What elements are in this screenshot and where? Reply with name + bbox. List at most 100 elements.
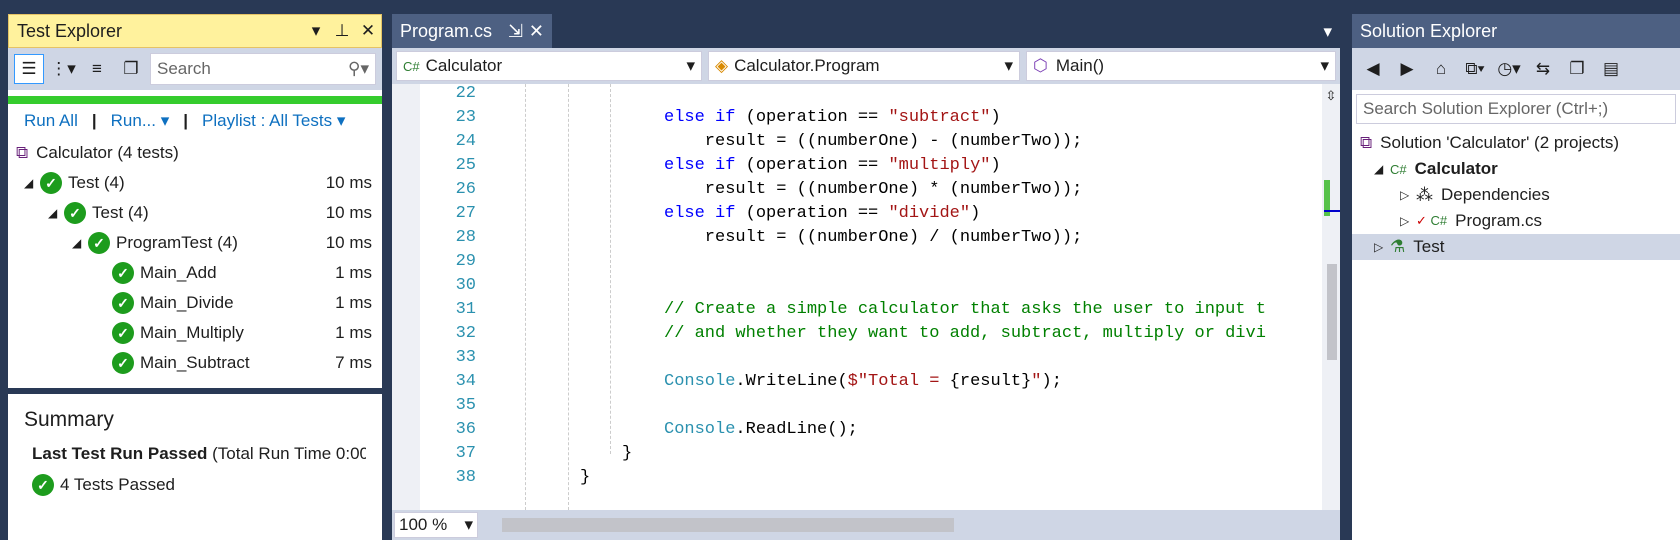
test-row-label: Main_Multiply [140,323,244,342]
solution-explorer-titlebar: Solution Explorer [1352,14,1680,48]
passed-icon: ✓ [40,172,62,194]
test-search-input[interactable]: Search ⚲▾ [150,53,376,85]
line-number: 35 [455,396,476,415]
code-line: } [580,468,591,487]
class-combo[interactable]: ◈ Calculator.Program ▾ [708,51,1020,81]
passed-icon: ✓ [112,352,134,374]
expand-icon[interactable]: ◢ [72,236,88,250]
test-row[interactable]: ✓ Main_Divide 1 ms [8,288,382,318]
pending-changes-icon[interactable]: ◷▾ [1494,54,1524,84]
test-row-label: Main_Add [140,263,217,282]
code-line: } [622,444,633,463]
group-by-icon[interactable]: ⋮▾ [48,54,78,84]
search-icon[interactable]: ⚲▾ [348,59,369,79]
line-number: 28 [455,228,476,247]
tab-overflow-icon[interactable]: ▾ [1315,22,1340,48]
solution-explorer-toolbar: ◀ ▶ ⌂ ⧉▾ ◷▾ ⇆ ❐ ▤ [1352,48,1680,90]
test-row-label: Main_Divide [140,293,234,312]
dependencies-node[interactable]: ▷ ⁂ Dependencies [1352,182,1680,208]
run-time: (Total Run Time 0:00:0 [212,444,366,463]
caret-marker [1324,210,1340,212]
line-number: 22 [455,84,476,103]
line-number: 33 [455,348,476,367]
expand-all-icon[interactable]: ≡ [82,54,112,84]
zoom-combo[interactable]: 100 % ▾ [394,512,478,538]
solution-search-input[interactable]: Search Solution Explorer (Ctrl+;) [1356,94,1676,124]
project-combo[interactable]: C# Calculator ▾ [396,51,702,81]
passed-icon: ✓ [112,292,134,314]
chevron-down-icon: ▾ [686,56,695,75]
summary-section: Summary Last Test Run Passed (Total Run … [8,394,382,510]
editor-tabs: Program.cs ⇲ ✕ ▾ [392,14,1340,48]
pin-icon[interactable]: ⇲ [508,21,523,42]
close-icon[interactable]: ✕ [355,21,381,41]
code-line: result = ((numberOne) - (numberTwo)); [664,132,1083,151]
solution-explorer-title: Solution Explorer [1360,20,1498,41]
collapse-all-icon[interactable]: ❐ [1562,54,1592,84]
test-row[interactable]: ◢ ✓ ProgramTest (4) 10 ms [8,228,382,258]
indent-guide [525,84,526,510]
horizontal-scrollbar[interactable] [502,518,954,532]
summary-title: Summary [24,408,114,431]
csharp-file-icon: ✓ C# [1416,213,1448,228]
passed-icon: ✓ [112,322,134,344]
code-area[interactable]: 22 23 24 25 26 27 28 29 30 31 32 33 34 3… [392,84,1322,510]
dependencies-icon: ⁂ [1416,185,1433,204]
line-number: 24 [455,132,476,151]
project-node[interactable]: ◢ C# Calculator [1352,156,1680,182]
home-icon[interactable]: ⌂ [1426,54,1456,84]
test-row-label: ProgramTest (4) [116,233,238,252]
collapse-icon[interactable]: ▷ [1374,240,1390,254]
scroll-thumb[interactable] [1327,264,1337,360]
test-row[interactable]: ✓ Main_Multiply 1 ms [8,318,382,348]
test-root-row[interactable]: ⧉ Calculator (4 tests) [8,138,382,168]
test-row[interactable]: ◢ ✓ Test (4) 10 ms [8,198,382,228]
test-project-node[interactable]: ▷ ⚗ Test [1352,234,1680,260]
test-row-time: 10 ms [325,173,372,192]
passed-count: 4 Tests Passed [60,475,175,494]
vertical-scrollbar[interactable]: ⇳ [1322,84,1340,510]
class-icon: ◈ [715,56,729,75]
test-row[interactable]: ◢ ✓ Test (4) 10 ms [8,168,382,198]
zoom-level: 100 % [399,515,448,534]
collapse-icon[interactable]: ▷ [1400,188,1416,202]
back-icon[interactable]: ◀ [1358,54,1388,84]
playlist-link[interactable]: Playlist : All Tests [202,111,332,131]
forward-icon[interactable]: ▶ [1392,54,1422,84]
expand-icon[interactable]: ◢ [48,206,64,220]
dropdown-icon[interactable]: ▾ [303,21,329,41]
expand-icon[interactable]: ◢ [1374,162,1390,176]
pin-icon[interactable]: ⊥ [329,21,355,41]
solution-node[interactable]: ⧉ Solution 'Calculator' (2 projects) [1352,130,1680,156]
last-run-status: Last Test Run Passed [32,444,208,463]
test-row-time: 1 ms [335,293,372,312]
code-editor-panel: Program.cs ⇲ ✕ ▾ C# Calculator ▾ ◈ Calculator… [392,14,1340,540]
test-row[interactable]: ✓ Main_Subtract 7 ms [8,348,382,378]
line-number: 37 [455,444,476,463]
dependencies-label: Dependencies [1441,185,1550,204]
hierarchy-view-icon[interactable]: ☰ [14,54,44,84]
passed-icon: ✓ [64,202,86,224]
file-node[interactable]: ▷ ✓ C# Program.cs [1352,208,1680,234]
split-icon[interactable]: ⇳ [1322,84,1340,108]
test-row-label: Test (4) [92,203,149,222]
run-link[interactable]: Run... [111,111,156,131]
code-line: else if (operation == "subtract") [664,108,1001,127]
tab-label: Program.cs [400,20,493,41]
copy-icon[interactable]: ❐ [116,54,146,84]
test-row-time: 1 ms [335,323,372,342]
run-all-link[interactable]: Run All [24,111,78,131]
project-label: Calculator [1414,159,1498,178]
test-row[interactable]: ✓ Main_Add 1 ms [8,258,382,288]
collapse-icon[interactable]: ▷ [1400,214,1416,228]
line-number: 25 [455,156,476,175]
close-icon[interactable]: ✕ [529,21,544,42]
tab-program-cs[interactable]: Program.cs ⇲ ✕ [392,14,552,48]
expand-icon[interactable]: ◢ [24,176,40,190]
file-label: Program.cs [1455,211,1543,230]
solution-label: Solution 'Calculator' (2 projects) [1380,133,1620,152]
sync-icon[interactable]: ⇆ [1528,54,1558,84]
switch-views-icon[interactable]: ⧉▾ [1460,54,1490,84]
member-combo[interactable]: ⬡ Main() ▾ [1026,51,1336,81]
properties-icon[interactable]: ▤ [1596,54,1626,84]
